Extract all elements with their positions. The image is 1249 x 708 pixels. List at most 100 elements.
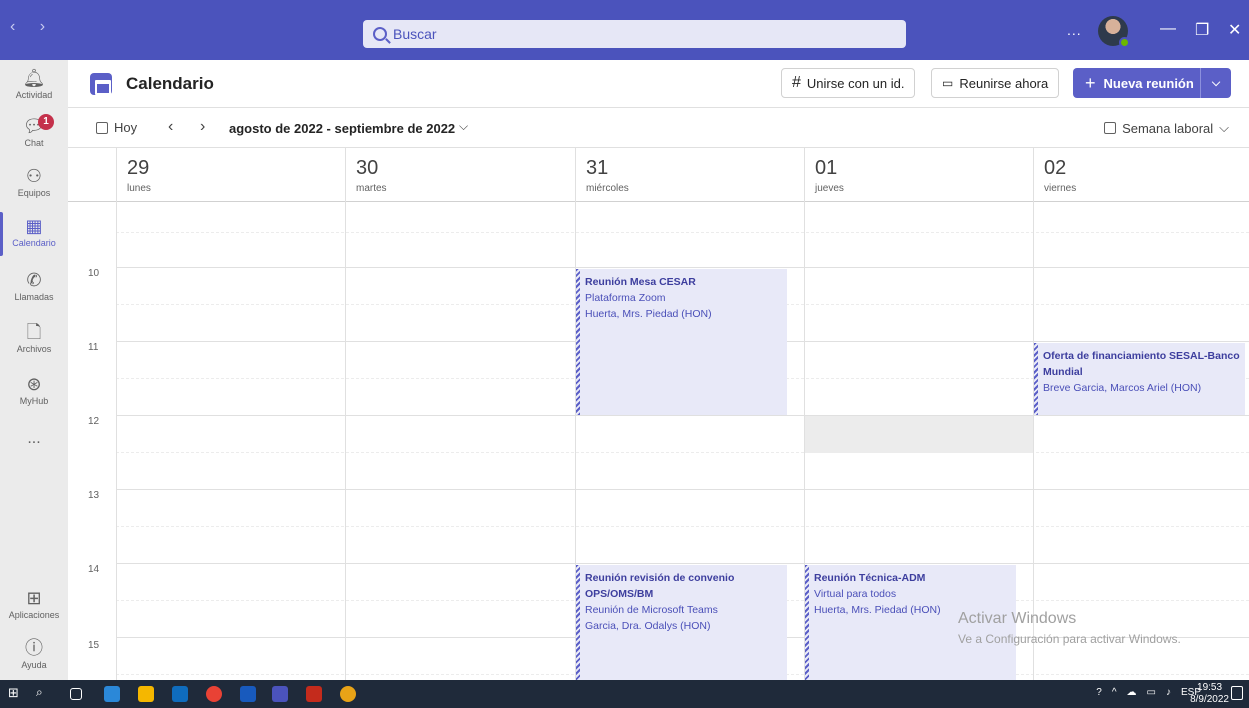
rail-item-actividad[interactable]: 🔔︎ Actividad xyxy=(0,68,68,100)
calendar-event[interactable]: Reunión Mesa CESAR Plataforma Zoom Huert… xyxy=(576,269,787,415)
hour-label: 11 xyxy=(88,342,99,353)
presence-available-icon xyxy=(1119,37,1130,48)
day-name: miércoles xyxy=(586,183,629,194)
hour-line xyxy=(116,563,1249,564)
column-divider xyxy=(116,202,117,680)
calendar-icon: ▦ xyxy=(25,216,43,236)
hour-label: 9 xyxy=(88,202,94,205)
hour-label: 10 xyxy=(88,268,100,279)
more-options-button[interactable]: ... xyxy=(1067,22,1082,38)
video-icon: ▭ xyxy=(942,76,954,90)
next-week-button[interactable]: › xyxy=(200,118,205,136)
avatar[interactable] xyxy=(1098,16,1130,48)
chevron-down-icon[interactable]: ⌵ xyxy=(459,119,468,134)
chrome-canary-icon[interactable] xyxy=(340,686,356,702)
system-tray[interactable]: ? ^ ☁ ▭ ♪ ESP xyxy=(1096,687,1201,698)
plus-icon: + xyxy=(1085,72,1096,93)
date-range-label[interactable]: agosto de 2022 - septiembre de 2022 xyxy=(229,121,455,136)
search-input[interactable]: Buscar xyxy=(363,20,906,48)
search-icon xyxy=(373,27,387,41)
app-rail: 🔔︎ Actividad 💬︎ 1 Chat ⚇ Equipos ▦ Calen… xyxy=(0,60,68,680)
day-number: 31 xyxy=(586,157,609,179)
word-icon[interactable] xyxy=(240,686,256,702)
day-header[interactable]: 01 jueves xyxy=(804,148,1033,202)
taskbar-clock[interactable]: 19:53 8/9/2022 xyxy=(1190,682,1229,706)
column-divider xyxy=(345,202,346,680)
rail-item-label: Calendario xyxy=(12,238,56,248)
rail-item-llamadas[interactable]: ✆ Llamadas xyxy=(0,270,68,302)
event-organizer: Breve Garcia, Marcos Ariel (HON) xyxy=(1043,382,1202,394)
day-header[interactable]: 31 miércoles xyxy=(575,148,804,202)
help-tray-icon[interactable]: ? xyxy=(1096,687,1102,698)
calendar-header: Calendario # Unirse con un id. ▭ Reunirs… xyxy=(68,60,1249,108)
day-header[interactable]: 02 viernes xyxy=(1033,148,1249,202)
minimize-button[interactable]: — xyxy=(1160,20,1176,38)
day-header[interactable]: 30 martes xyxy=(345,148,575,202)
rail-item-myhub[interactable]: ⊛ MyHub xyxy=(0,374,68,406)
windows-start-icon[interactable]: ⊞ xyxy=(8,685,24,701)
hash-icon: # xyxy=(792,74,801,91)
clock-date: 8/9/2022 xyxy=(1190,694,1229,705)
maximize-button[interactable]: ❐ xyxy=(1195,20,1209,40)
chevron-down-icon[interactable]: ⌵ xyxy=(1201,77,1231,90)
rail-item-label: Aplicaciones xyxy=(8,610,60,620)
calendar-grid[interactable]: 9 10 11 12 13 14 15 Reunión Mesa CESAR P… xyxy=(68,202,1249,680)
column-divider xyxy=(1033,202,1034,680)
app-icon[interactable] xyxy=(306,686,322,702)
calendar-toolbar: Hoy ‹ › agosto de 2022 - septiembre de 2… xyxy=(68,108,1249,148)
teams-icon: ⚇ xyxy=(25,166,43,186)
history-nav[interactable]: ‹ › xyxy=(10,18,55,36)
event-location: Virtual para todos xyxy=(814,588,897,600)
file-explorer-icon[interactable] xyxy=(138,686,154,702)
calendar-event[interactable]: Reunión revisión de convenio OPS/OMS/BM … xyxy=(576,565,787,680)
rail-item-calendario[interactable]: ▦ Calendario xyxy=(0,216,68,248)
chevron-up-icon[interactable]: ^ xyxy=(1112,687,1117,698)
phone-icon: ✆ xyxy=(26,270,42,290)
volume-icon[interactable]: ♪ xyxy=(1166,687,1171,698)
hour-label: 13 xyxy=(88,490,100,501)
event-location: Plataforma Zoom xyxy=(585,292,666,304)
new-meeting-button[interactable]: + Nueva reunión ⌵ xyxy=(1073,68,1231,98)
rail-item-label: Chat xyxy=(24,138,44,148)
apps-icon: ⊞ xyxy=(26,588,42,608)
rail-item-archivos[interactable]: 🗋 Archivos xyxy=(0,322,68,354)
notification-center-icon[interactable] xyxy=(1231,686,1243,700)
event-title: Oferta de financiamiento SESAL-Banco Mun… xyxy=(1043,350,1240,378)
today-button[interactable]: Hoy xyxy=(96,120,137,135)
store-icon[interactable] xyxy=(104,686,120,702)
today-label: Hoy xyxy=(114,120,138,135)
day-header[interactable]: 29 lunes xyxy=(116,148,345,202)
meet-now-label: Reunirse ahora xyxy=(959,75,1049,91)
calendar-event[interactable]: Oferta de financiamiento SESAL-Banco Mun… xyxy=(1034,343,1245,415)
rail-item-ayuda[interactable]: ⓘ Ayuda xyxy=(0,638,68,670)
battery-icon[interactable]: ▭ xyxy=(1147,687,1156,698)
file-icon: 🗋 xyxy=(26,322,42,342)
onedrive-icon[interactable]: ☁ xyxy=(1127,687,1137,698)
search-icon[interactable]: ⌕ xyxy=(36,685,52,701)
join-with-id-label: Unirse con un id. xyxy=(806,75,905,91)
join-with-id-button[interactable]: # Unirse con un id. xyxy=(781,68,916,98)
day-name: jueves xyxy=(815,183,844,194)
rail-item-aplicaciones[interactable]: ⊞ Aplicaciones xyxy=(0,588,68,620)
event-title: Reunión Técnica-ADM xyxy=(814,572,926,584)
day-name: lunes xyxy=(127,183,151,194)
teams-taskbar-icon[interactable] xyxy=(272,686,288,702)
day-number: 29 xyxy=(127,157,150,179)
meet-now-button[interactable]: ▭ Reunirse ahora xyxy=(931,68,1060,98)
more-apps-button[interactable]: ... xyxy=(0,430,68,448)
previous-week-button[interactable]: ‹ xyxy=(168,118,173,136)
half-hour-line xyxy=(116,526,1249,527)
rail-item-chat[interactable]: 💬︎ 1 Chat xyxy=(0,114,68,148)
rail-item-label: MyHub xyxy=(19,396,49,406)
task-view-icon[interactable] xyxy=(70,688,82,700)
rail-item-label: Archivos xyxy=(16,344,52,354)
chrome-icon[interactable] xyxy=(206,686,222,702)
new-meeting-main[interactable]: + Nueva reunión xyxy=(1073,68,1201,98)
mail-icon[interactable] xyxy=(172,686,188,702)
close-button[interactable]: ✕ xyxy=(1228,20,1241,40)
view-switcher[interactable]: Semana laboral ⌵ xyxy=(1104,120,1229,136)
half-hour-line xyxy=(116,452,1249,453)
rail-item-label: Equipos xyxy=(17,188,51,198)
event-title: Reunión revisión de convenio OPS/OMS/BM xyxy=(585,572,735,600)
rail-item-equipos[interactable]: ⚇ Equipos xyxy=(0,166,68,198)
